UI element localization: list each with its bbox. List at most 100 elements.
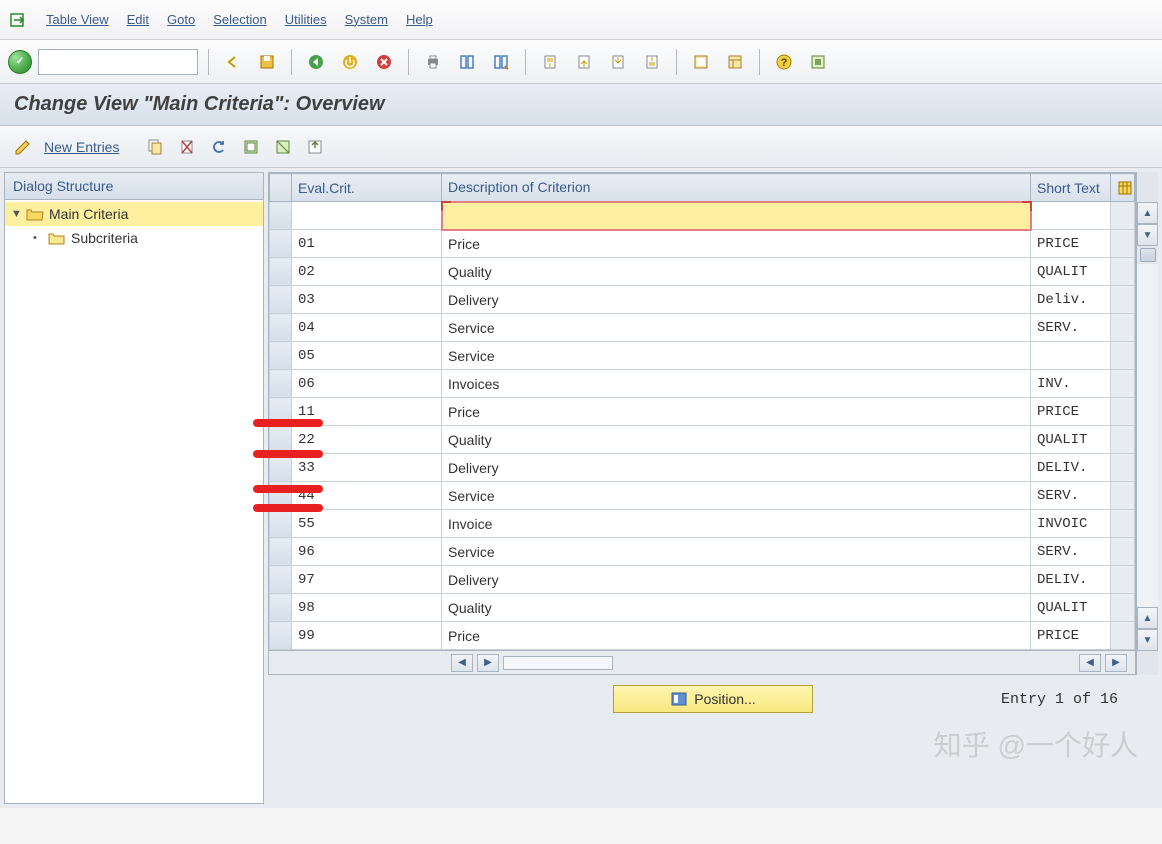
cell-eval-crit[interactable]: 97 bbox=[292, 566, 442, 594]
cell-eval-crit[interactable]: 99 bbox=[292, 622, 442, 650]
scroll-thumb[interactable] bbox=[1140, 248, 1156, 262]
scroll-track[interactable] bbox=[503, 656, 613, 670]
save-button[interactable] bbox=[253, 49, 281, 75]
cell-short-text[interactable]: PRICE bbox=[1031, 230, 1111, 258]
scroll-up-small-button[interactable]: ▲ bbox=[1137, 607, 1158, 629]
find-next-button[interactable] bbox=[487, 49, 515, 75]
cell-short-text[interactable]: INVOIC bbox=[1031, 510, 1111, 538]
back-icon[interactable] bbox=[302, 49, 330, 75]
cell-short-text[interactable]: SERV. bbox=[1031, 538, 1111, 566]
copy-icon[interactable] bbox=[143, 136, 167, 158]
cell-description[interactable]: Quality bbox=[442, 594, 1031, 622]
row-selector[interactable] bbox=[270, 370, 292, 398]
cell-eval-crit[interactable]: 02 bbox=[292, 258, 442, 286]
cell-eval-crit[interactable]: 55 bbox=[292, 510, 442, 538]
cell-description[interactable]: Service bbox=[442, 342, 1031, 370]
last-page-button[interactable] bbox=[638, 49, 666, 75]
row-selector[interactable] bbox=[270, 538, 292, 566]
cell-short-text[interactable] bbox=[1031, 342, 1111, 370]
cell-short-text[interactable]: DELIV. bbox=[1031, 454, 1111, 482]
customize-button[interactable] bbox=[804, 49, 832, 75]
scroll-down-button[interactable]: ▼ bbox=[1137, 629, 1158, 651]
cell-short-text[interactable]: Deliv. bbox=[1031, 286, 1111, 314]
tree-expander-icon[interactable]: ▼ bbox=[11, 208, 25, 220]
row-selector[interactable] bbox=[270, 286, 292, 314]
cell-description[interactable]: Delivery bbox=[442, 286, 1031, 314]
new-session-button[interactable] bbox=[687, 49, 715, 75]
cell-short-text[interactable] bbox=[1031, 202, 1111, 230]
cell-description[interactable]: Invoices bbox=[442, 370, 1031, 398]
cell-eval-crit[interactable]: 33 bbox=[292, 454, 442, 482]
cell-short-text[interactable]: SERV. bbox=[1031, 314, 1111, 342]
menu-table-view[interactable]: Table View bbox=[46, 12, 109, 27]
row-selector[interactable] bbox=[270, 566, 292, 594]
row-selector[interactable] bbox=[270, 230, 292, 258]
cell-description[interactable]: Quality bbox=[442, 426, 1031, 454]
cell-short-text[interactable]: DELIV. bbox=[1031, 566, 1111, 594]
cell-eval-crit[interactable] bbox=[292, 202, 442, 230]
col-eval-crit[interactable]: Eval.Crit. bbox=[292, 174, 442, 202]
cell-description[interactable]: Price bbox=[442, 230, 1031, 258]
cell-eval-crit[interactable]: 98 bbox=[292, 594, 442, 622]
cell-eval-crit[interactable]: 05 bbox=[292, 342, 442, 370]
row-selector[interactable] bbox=[270, 622, 292, 650]
cell-description[interactable]: Delivery bbox=[442, 454, 1031, 482]
cell-description[interactable]: Invoice bbox=[442, 510, 1031, 538]
row-selector[interactable] bbox=[270, 258, 292, 286]
row-selector[interactable] bbox=[270, 398, 292, 426]
menu-system[interactable]: System bbox=[345, 12, 388, 27]
row-selector[interactable] bbox=[270, 510, 292, 538]
cell-description[interactable] bbox=[442, 202, 1031, 230]
row-selector[interactable] bbox=[270, 314, 292, 342]
col-short-text[interactable]: Short Text bbox=[1031, 174, 1111, 202]
export-icon[interactable] bbox=[303, 136, 327, 158]
scroll-right-button[interactable]: ▶ bbox=[477, 654, 499, 672]
row-selector[interactable] bbox=[270, 482, 292, 510]
first-page-button[interactable] bbox=[536, 49, 564, 75]
tree-item-subcriteria[interactable]: • Subcriteria bbox=[5, 226, 263, 250]
cell-eval-crit[interactable]: 11 bbox=[292, 398, 442, 426]
print-button[interactable] bbox=[419, 49, 447, 75]
cell-short-text[interactable]: INV. bbox=[1031, 370, 1111, 398]
scroll-up-button[interactable]: ▲ bbox=[1137, 202, 1158, 224]
enter-button[interactable]: ✓ bbox=[8, 50, 32, 74]
cell-description[interactable]: Price bbox=[442, 622, 1031, 650]
scroll-left-button-2[interactable]: ◀ bbox=[1079, 654, 1101, 672]
delete-icon[interactable] bbox=[175, 136, 199, 158]
row-selector[interactable] bbox=[270, 594, 292, 622]
cell-eval-crit[interactable]: 44 bbox=[292, 482, 442, 510]
exit-icon[interactable] bbox=[336, 49, 364, 75]
cancel-icon[interactable] bbox=[370, 49, 398, 75]
cell-short-text[interactable]: QUALIT bbox=[1031, 426, 1111, 454]
menu-help[interactable]: Help bbox=[406, 12, 433, 27]
toggle-edit-icon[interactable] bbox=[12, 136, 36, 158]
cell-description[interactable]: Service bbox=[442, 314, 1031, 342]
menu-utilities[interactable]: Utilities bbox=[285, 12, 327, 27]
command-field[interactable] bbox=[38, 49, 198, 75]
menu-selection[interactable]: Selection bbox=[213, 12, 266, 27]
cell-short-text[interactable]: SERV. bbox=[1031, 482, 1111, 510]
cell-description[interactable]: Price bbox=[442, 398, 1031, 426]
row-selector[interactable] bbox=[270, 454, 292, 482]
find-button[interactable] bbox=[453, 49, 481, 75]
cell-short-text[interactable]: PRICE bbox=[1031, 622, 1111, 650]
cell-eval-crit[interactable]: 22 bbox=[292, 426, 442, 454]
scroll-right-button-2[interactable]: ▶ bbox=[1105, 654, 1127, 672]
next-page-button[interactable] bbox=[604, 49, 632, 75]
cell-eval-crit[interactable]: 01 bbox=[292, 230, 442, 258]
row-selector[interactable] bbox=[270, 342, 292, 370]
cell-eval-crit[interactable]: 03 bbox=[292, 286, 442, 314]
layout-button[interactable] bbox=[721, 49, 749, 75]
undo-icon[interactable] bbox=[207, 136, 231, 158]
position-button[interactable]: Position... bbox=[613, 685, 813, 713]
scroll-left-button[interactable]: ◀ bbox=[451, 654, 473, 672]
deselect-all-icon[interactable] bbox=[271, 136, 295, 158]
select-all-header[interactable] bbox=[270, 174, 292, 202]
menu-edit[interactable]: Edit bbox=[127, 12, 149, 27]
select-all-icon[interactable] bbox=[239, 136, 263, 158]
help-button[interactable]: ? bbox=[770, 49, 798, 75]
scroll-down-small-button[interactable]: ▼ bbox=[1137, 224, 1158, 246]
tree-item-main-criteria[interactable]: ▼ Main Criteria bbox=[5, 202, 263, 226]
prev-page-button[interactable] bbox=[570, 49, 598, 75]
row-selector[interactable] bbox=[270, 202, 292, 230]
